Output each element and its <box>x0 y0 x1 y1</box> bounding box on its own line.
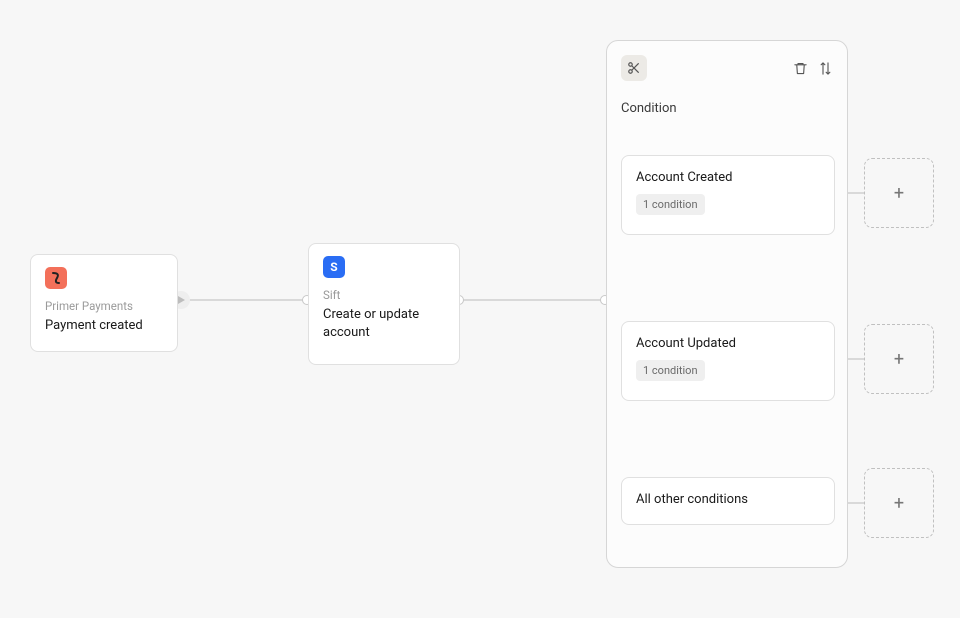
primer-icon <box>45 267 67 289</box>
plus-icon: + <box>894 493 904 514</box>
branch-rule-count: 1 condition <box>636 194 705 215</box>
add-step-button[interactable]: + <box>864 158 934 228</box>
action-name: Create or update account <box>323 306 445 341</box>
branch-label: Account Updated <box>636 336 820 351</box>
add-step-button[interactable]: + <box>864 468 934 538</box>
condition-branch-account-created[interactable]: Account Created 1 condition <box>621 155 835 235</box>
trash-icon <box>793 61 808 76</box>
condition-branch-fallback[interactable]: All other conditions <box>621 477 835 525</box>
scissors-icon <box>627 61 641 75</box>
workflow-canvas[interactable]: Primer Payments Payment created S Sift C… <box>0 0 960 618</box>
trigger-event: Payment created <box>45 317 163 335</box>
trigger-provider: Primer Payments <box>45 299 163 313</box>
action-provider: Sift <box>323 288 445 302</box>
reorder-icon <box>818 61 833 76</box>
condition-branch-account-updated[interactable]: Account Updated 1 condition <box>621 321 835 401</box>
add-step-button[interactable]: + <box>864 324 934 394</box>
plus-icon: + <box>894 183 904 204</box>
action-node[interactable]: S Sift Create or update account <box>308 243 460 365</box>
plus-icon: + <box>894 349 904 370</box>
branch-label: All other conditions <box>636 492 820 507</box>
reorder-button[interactable] <box>818 61 833 76</box>
condition-title: Condition <box>621 101 833 116</box>
delete-button[interactable] <box>793 61 808 76</box>
branch-label: Account Created <box>636 170 820 185</box>
sift-icon: S <box>323 256 345 278</box>
condition-icon-wrap <box>621 55 647 81</box>
condition-node[interactable]: Condition Account Created 1 condition Ac… <box>606 40 848 568</box>
condition-header <box>621 55 833 81</box>
branch-rule-count: 1 condition <box>636 360 705 381</box>
trigger-node[interactable]: Primer Payments Payment created <box>30 254 178 352</box>
